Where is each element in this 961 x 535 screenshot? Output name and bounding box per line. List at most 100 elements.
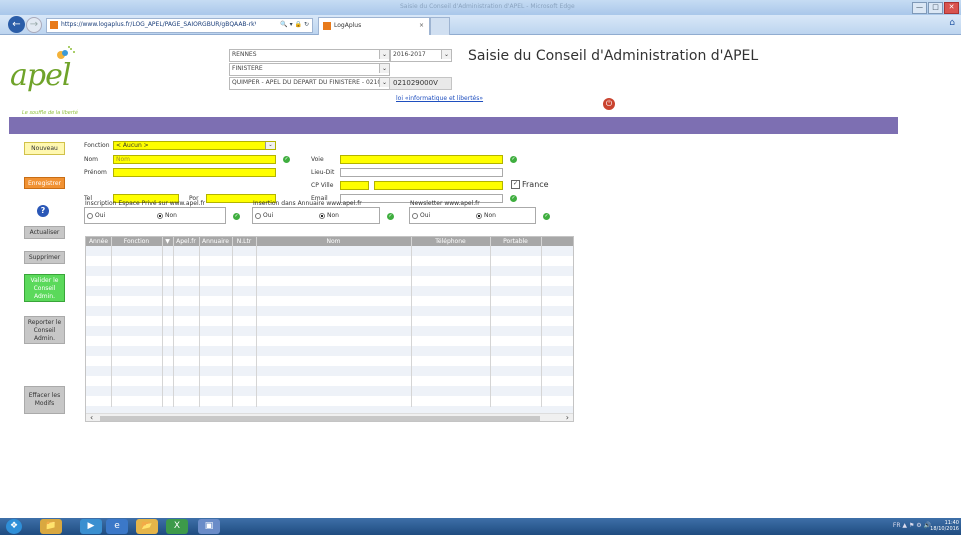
column-header[interactable] — [541, 237, 573, 246]
back-arrow-icon[interactable]: ← — [8, 16, 25, 33]
chevron-down-icon: ⌄ — [265, 142, 275, 149]
tab-close-icon[interactable]: × — [419, 18, 424, 34]
enregistrer-button[interactable]: Enregistrer — [24, 177, 65, 189]
cp-input[interactable] — [340, 181, 369, 190]
ville-select[interactable]: RENNES ⌄ — [229, 49, 390, 62]
supprimer-button[interactable]: Supprimer — [24, 251, 65, 264]
column-header[interactable]: Portable — [490, 237, 541, 246]
table-row[interactable] — [86, 316, 573, 326]
maximize-button[interactable]: □ — [928, 2, 943, 14]
effacer-modifs-button[interactable]: Effacer les Modifs — [24, 386, 65, 414]
help-icon[interactable]: ? — [37, 205, 49, 217]
power-logout-icon[interactable]: ⏻ — [603, 98, 615, 110]
address-bar[interactable]: https://www.logaplus.fr/LOG_APEL/PAGE_SA… — [46, 18, 313, 33]
language-indicator: FR — [892, 522, 901, 529]
taskbar-clock[interactable]: 11:40 18/10/2016 — [930, 520, 959, 532]
table-row[interactable] — [86, 306, 573, 316]
column-header[interactable]: Apel.fr — [173, 237, 199, 246]
table-row[interactable] — [86, 376, 573, 386]
column-header[interactable]: N.Ltr — [232, 237, 256, 246]
annee-select[interactable]: 2016-2017 ⌄ — [390, 49, 452, 62]
column-header[interactable]: Annuaire — [199, 237, 232, 246]
table-row[interactable] — [86, 266, 573, 276]
prenom-input[interactable] — [113, 168, 276, 177]
browser-nav-bar: ← → https://www.logaplus.fr/LOG_APEL/PAG… — [0, 15, 961, 35]
espace-prive-non-radio[interactable]: Non — [157, 212, 177, 219]
oui-label: Oui — [263, 212, 274, 219]
annuaire-non-radio[interactable]: Non — [319, 212, 339, 219]
table-row[interactable] — [86, 336, 573, 346]
column-header[interactable]: Année — [86, 237, 111, 246]
table-row[interactable] — [86, 356, 573, 366]
valider-conseil-button[interactable]: Valider le Conseil Admin. — [24, 274, 65, 302]
file-explorer-icon[interactable]: 📁 — [40, 519, 62, 534]
scrollbar-thumb[interactable] — [100, 416, 540, 421]
forward-arrow-icon[interactable]: → — [26, 17, 42, 33]
page-title: Saisie du Conseil d'Administration d'APE… — [468, 48, 759, 64]
scroll-right-icon[interactable]: › — [566, 413, 569, 421]
new-tab-button[interactable] — [430, 17, 450, 35]
voie-input[interactable] — [340, 155, 503, 164]
valider-line-3: Admin. — [33, 293, 56, 300]
media-player-icon[interactable]: ▶ — [80, 519, 102, 534]
close-window-button[interactable]: ✕ — [944, 2, 959, 14]
table-row[interactable] — [86, 346, 573, 356]
column-header[interactable]: ▼ — [162, 237, 173, 246]
france-checkbox[interactable]: ✓ France — [511, 180, 549, 189]
system-tray[interactable]: FR ▲ ⚑ ⚙ 🔊 — [893, 522, 931, 529]
table-row[interactable] — [86, 246, 573, 256]
table-row[interactable] — [86, 276, 573, 286]
annee-value: 2016-2017 — [393, 51, 426, 58]
espace-prive-oui-radio[interactable]: Oui — [87, 212, 105, 219]
table-row[interactable] — [86, 366, 573, 376]
url-text: https://www.logaplus.fr/LOG_APEL/PAGE_SA… — [61, 21, 256, 28]
folder-icon[interactable]: 📂 — [136, 519, 158, 534]
column-divider — [111, 237, 112, 407]
reporter-conseil-button[interactable]: Reporter le Conseil Admin. — [24, 316, 65, 344]
nom-label: Nom — [84, 156, 99, 163]
info-libertes-link[interactable]: loi «informatique et libertés» — [396, 95, 483, 102]
lieudit-input[interactable] — [340, 168, 503, 177]
internet-explorer-icon[interactable]: e — [106, 519, 128, 534]
radio-selected-icon — [319, 212, 325, 219]
table-row[interactable] — [86, 326, 573, 336]
nom-input[interactable]: Nom — [113, 155, 276, 164]
windows-taskbar: ❖ 📁 ▶ e 📂 X ▣ FR ▲ ⚑ ⚙ 🔊 11:40 18/10/201… — [0, 518, 961, 535]
table-row[interactable] — [86, 386, 573, 396]
browser-tab[interactable]: LogAplus × — [318, 17, 430, 35]
non-label: Non — [484, 212, 496, 219]
table-header: Année Fonction ▼ Apel.fr Annuaire N.Ltr Nom Tél… — [86, 237, 573, 246]
etablissement-select[interactable]: QUIMPER - APEL DU DEPART DU FINISTERE - … — [229, 77, 390, 90]
voie-label: Voie — [311, 156, 324, 163]
table-row[interactable] — [86, 286, 573, 296]
nouveau-button[interactable]: Nouveau — [24, 142, 65, 155]
window-title-bar: Saisie du Conseil d'Administration d'APE… — [0, 0, 961, 15]
column-header[interactable]: Téléphone — [411, 237, 490, 246]
address-bar-controls[interactable]: 🔍 ▾ 🔒 ↻ — [280, 19, 309, 31]
fonction-select[interactable]: < Aucun > ⌄ — [113, 141, 276, 150]
table-row[interactable] — [86, 296, 573, 306]
table-row[interactable] — [86, 396, 573, 406]
annuaire-oui-radio[interactable]: Oui — [255, 212, 273, 219]
home-icon[interactable]: ⌂ — [949, 18, 955, 28]
window-app-icon[interactable]: ▣ — [198, 519, 220, 534]
departement-select[interactable]: FINISTERE ⌄ — [229, 63, 390, 76]
valider-line-1: Valider le — [30, 277, 59, 284]
excel-icon[interactable]: X — [166, 519, 188, 534]
newsletter-non-radio[interactable]: Non — [476, 212, 496, 219]
scroll-left-icon[interactable]: ‹ — [90, 413, 93, 421]
effacer-line-1: Effacer les — [28, 392, 61, 399]
minimize-button[interactable]: — — [912, 2, 927, 14]
prenom-label: Prénom — [84, 169, 107, 176]
conseil-table[interactable]: Année Fonction ▼ Apel.fr Annuaire N.Ltr Nom Tél… — [85, 236, 574, 422]
actualiser-button[interactable]: Actualiser — [24, 226, 65, 239]
column-header[interactable]: Fonction — [111, 237, 162, 246]
horizontal-scrollbar[interactable]: ‹ › — [86, 413, 573, 421]
check-valid-icon: ✓ — [510, 156, 517, 163]
start-button-icon[interactable]: ❖ — [6, 519, 22, 534]
table-row[interactable] — [86, 256, 573, 266]
column-header[interactable]: Nom — [256, 237, 411, 246]
oui-label: Oui — [420, 212, 431, 219]
ville-input[interactable] — [374, 181, 503, 190]
newsletter-oui-radio[interactable]: Oui — [412, 212, 430, 219]
